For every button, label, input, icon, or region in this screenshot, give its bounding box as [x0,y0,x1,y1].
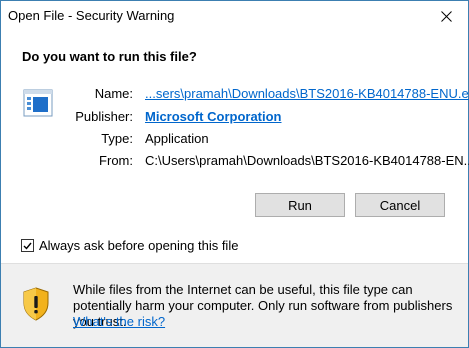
dialog-body: Do you want to run this file? Name: ...s… [1,31,469,263]
always-ask-checkbox[interactable] [21,239,34,252]
publisher-label: Publisher: [75,109,133,124]
dialog-question: Do you want to run this file? [22,49,197,64]
security-shield-icon [23,287,49,321]
run-button[interactable]: Run [255,193,345,217]
warning-footer: While files from the Internet can be use… [1,264,468,347]
name-label: Name: [94,86,133,101]
type-label: Type: [101,131,133,146]
cancel-button[interactable]: Cancel [355,193,445,217]
publisher-link[interactable]: Microsoft Corporation [145,109,282,124]
close-button[interactable] [424,1,468,31]
file-name-link[interactable]: ...sers\pramah\Downloads\BTS2016-KB40147… [145,86,469,101]
window-title: Open File - Security Warning [8,8,175,23]
from-value: C:\Users\pramah\Downloads\BTS2016-KB4014… [145,153,469,168]
whats-the-risk-link[interactable]: What's the risk? [73,314,165,329]
checkmark-icon [23,242,32,250]
from-label: From: [99,153,133,168]
title-bar[interactable]: Open File - Security Warning [1,1,468,31]
application-file-icon [23,89,53,117]
type-value: Application [145,131,209,146]
always-ask-row[interactable]: Always ask before opening this file [21,238,238,253]
security-warning-dialog: Open File - Security Warning Do you want… [0,0,469,348]
close-icon [440,10,452,22]
always-ask-label[interactable]: Always ask before opening this file [39,238,238,253]
